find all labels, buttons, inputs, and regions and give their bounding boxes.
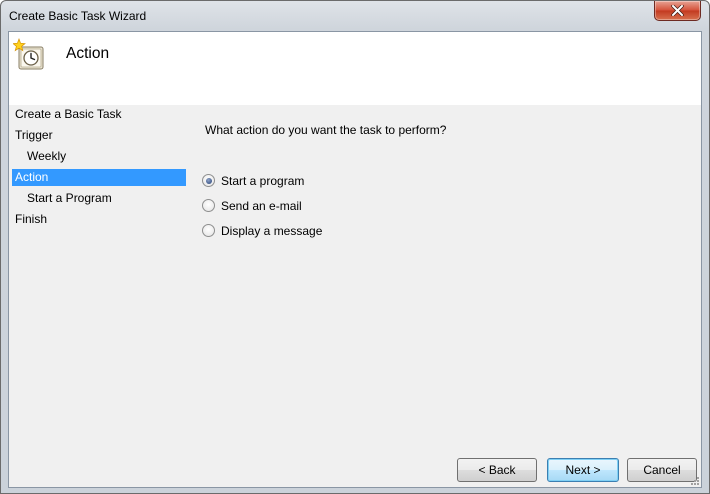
display-message-label[interactable]: Display a message (221, 222, 322, 240)
cancel-button[interactable]: Cancel (627, 458, 697, 482)
scheduled-task-clock-icon (13, 38, 44, 70)
wizard-header: Action (9, 32, 701, 105)
nav-item-action[interactable]: Action (12, 169, 186, 186)
page-title: Action (66, 45, 110, 62)
start-program-label[interactable]: Start a program (221, 172, 304, 190)
client-area: Action Create a Basic Task Trigger Weekl… (8, 31, 702, 488)
nav-item-trigger[interactable]: Trigger (12, 127, 186, 144)
nav-item-start-a-program[interactable]: Start a Program (12, 190, 186, 207)
next-button[interactable]: Next > (547, 458, 619, 482)
wizard-window: Create Basic Task Wizard Action Create a… (0, 0, 710, 494)
back-button[interactable]: < Back (457, 458, 537, 482)
window-title: Create Basic Task Wizard (9, 9, 147, 23)
nav-item-create-basic-task[interactable]: Create a Basic Task (12, 106, 186, 123)
send-email-radio[interactable] (202, 199, 215, 212)
resize-grip-icon[interactable] (690, 476, 700, 486)
close-button[interactable] (654, 1, 701, 21)
wizard-steps-nav: Create a Basic Task Trigger Weekly Actio… (9, 105, 189, 405)
title-bar[interactable]: Create Basic Task Wizard (1, 1, 709, 31)
send-email-label[interactable]: Send an e-mail (221, 197, 302, 215)
display-message-radio[interactable] (202, 224, 215, 237)
close-icon (671, 5, 684, 16)
nav-item-finish[interactable]: Finish (12, 211, 186, 228)
nav-item-weekly[interactable]: Weekly (12, 148, 186, 165)
action-question: What action do you want the task to perf… (205, 123, 447, 137)
start-program-radio[interactable] (202, 174, 215, 187)
